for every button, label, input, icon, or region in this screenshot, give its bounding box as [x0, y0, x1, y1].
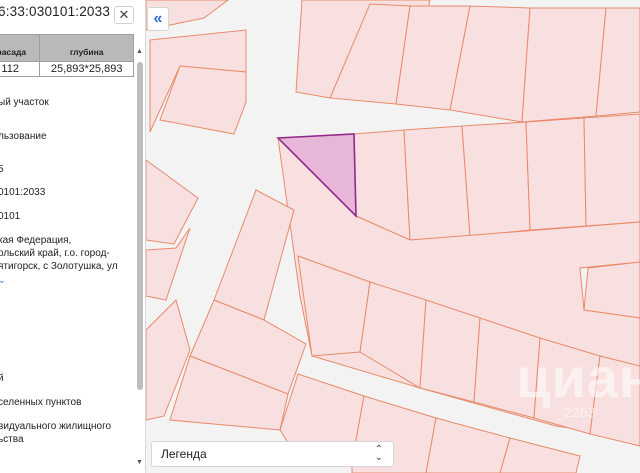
legend-label: Легенда [161, 447, 207, 461]
info-category-fragment: й [0, 372, 4, 385]
info-permitted-use-line-1: видуального жилищного [0, 421, 112, 432]
parcel[interactable] [403, 125, 471, 241]
expand-address-button[interactable]: ⌄ [0, 274, 6, 287]
parcel[interactable] [499, 437, 581, 473]
column-header-facade: фасада [0, 34, 41, 62]
legend-select[interactable]: Легенда ⌃ ⌄ [151, 441, 394, 467]
parcel[interactable] [583, 261, 640, 319]
close-button[interactable]: ✕ [114, 6, 134, 24]
info-address-line-2: ольский край, г.о. город- [0, 248, 110, 259]
info-address-line-3: ятигорск, с Золотушка, ул [0, 261, 118, 272]
scrollbar-thumb[interactable] [137, 62, 143, 390]
info-cadastral-number: 0101:2033 [0, 187, 46, 198]
table-row: 112 25,893*25,893 [0, 61, 134, 77]
cadastral-map[interactable]: циан 2263 [146, 0, 640, 473]
parcel[interactable] [583, 113, 640, 227]
info-category: селенных пунктов [0, 397, 82, 408]
double-chevron-left-icon: « [153, 10, 163, 27]
parcel-params-table: фасада глубина 112 25,893*25,893 [0, 34, 134, 77]
up-down-arrows-icon: ⌃ ⌄ [374, 444, 383, 463]
table-header-row: фасада глубина [0, 34, 134, 62]
cadastral-number: 6:33:030101:2033 [0, 4, 111, 19]
info-permitted-use-line-2: ьства [0, 434, 24, 445]
parcel[interactable] [419, 299, 481, 403]
info-address-line-1: кая Федерация, [0, 235, 72, 246]
watermark: циан [516, 346, 640, 409]
scroll-down-arrow[interactable]: ▼ [136, 459, 143, 466]
info-usage: льзование [0, 131, 47, 142]
parcel[interactable] [521, 7, 607, 123]
watermark-id: 2263 [564, 404, 596, 420]
info-panel: 6:33:030101:2033 ✕ фасада глубина 112 25… [0, 0, 146, 473]
collapse-panel-button[interactable]: « [147, 7, 169, 31]
info-area: 5 [0, 163, 4, 176]
column-header-depth: глубина [39, 34, 134, 62]
parcel[interactable] [461, 121, 531, 237]
info-quarter: 0101 [0, 211, 21, 222]
parcel[interactable] [213, 189, 295, 321]
scroll-up-arrow[interactable]: ▲ [136, 48, 143, 55]
parcel[interactable] [146, 159, 199, 245]
info-land-type: ый участок [0, 97, 49, 108]
parcel[interactable] [425, 417, 511, 473]
parcel[interactable] [525, 117, 587, 231]
chevron-down-icon: ⌄ [0, 275, 6, 285]
table-cell-facade: 112 [0, 61, 41, 77]
table-cell-depth: 25,893*25,893 [39, 61, 134, 77]
close-icon: ✕ [118, 7, 130, 22]
